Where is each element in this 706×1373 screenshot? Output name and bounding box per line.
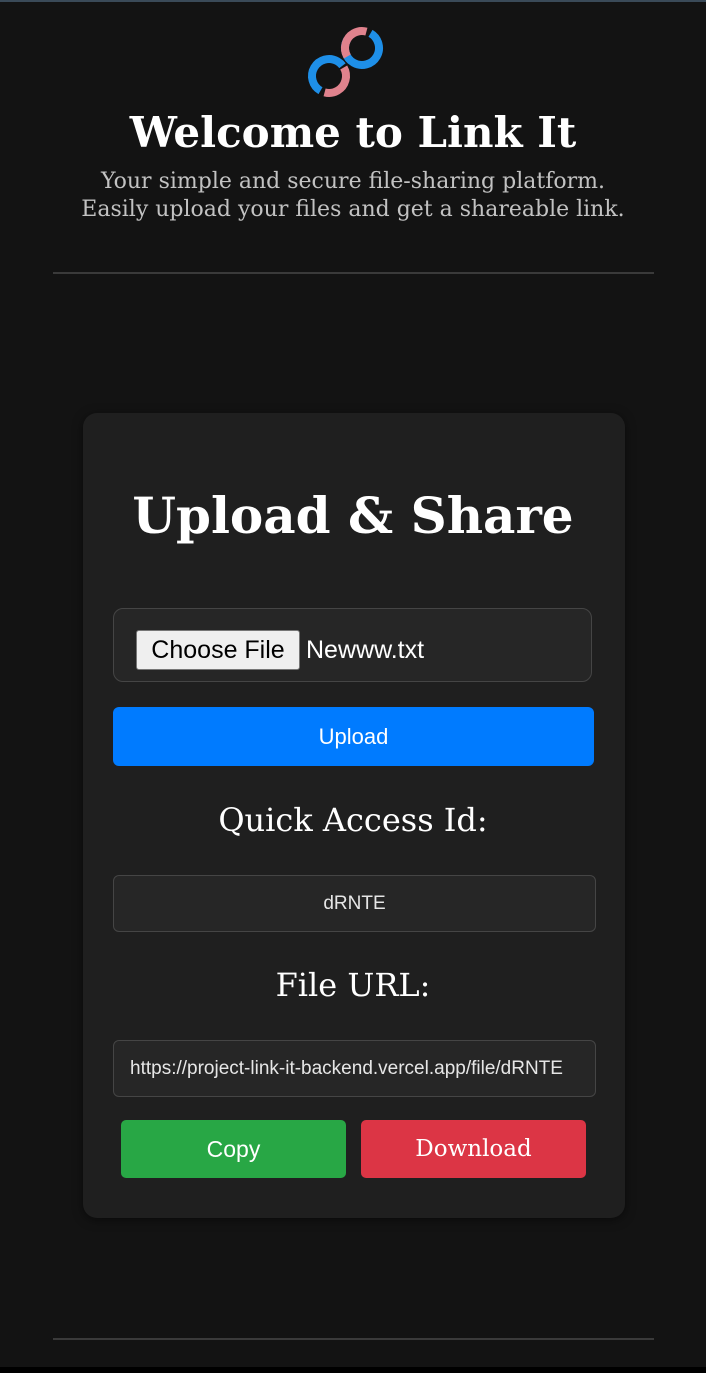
infinity-link-icon: [308, 27, 384, 97]
header-divider: [53, 272, 654, 274]
upload-button[interactable]: Upload: [113, 707, 594, 766]
quick-access-label: Quick Access Id:: [218, 801, 488, 839]
bottom-bar: [0, 1367, 706, 1373]
selected-file-name: Newww.txt: [306, 636, 425, 664]
page-title: Welcome to Link It: [129, 108, 577, 157]
footer-divider: [53, 1338, 654, 1340]
subtitle-line-1: Your simple and secure file-sharing plat…: [101, 169, 605, 194]
quick-access-id-field[interactable]: dRNTE: [113, 875, 596, 932]
subtitle-line-2: Easily upload your files and get a share…: [81, 197, 625, 222]
page-subtitle: Your simple and secure file-sharing plat…: [0, 168, 706, 224]
choose-file-button[interactable]: Choose File: [136, 630, 300, 670]
file-url-label: File URL:: [275, 966, 431, 1004]
copy-button[interactable]: Copy: [121, 1120, 346, 1178]
top-border: [0, 0, 706, 2]
card-title: Upload & Share: [132, 486, 574, 545]
file-url-field[interactable]: https://project-link-it-backend.vercel.a…: [113, 1040, 596, 1097]
download-button[interactable]: Download: [361, 1120, 586, 1178]
